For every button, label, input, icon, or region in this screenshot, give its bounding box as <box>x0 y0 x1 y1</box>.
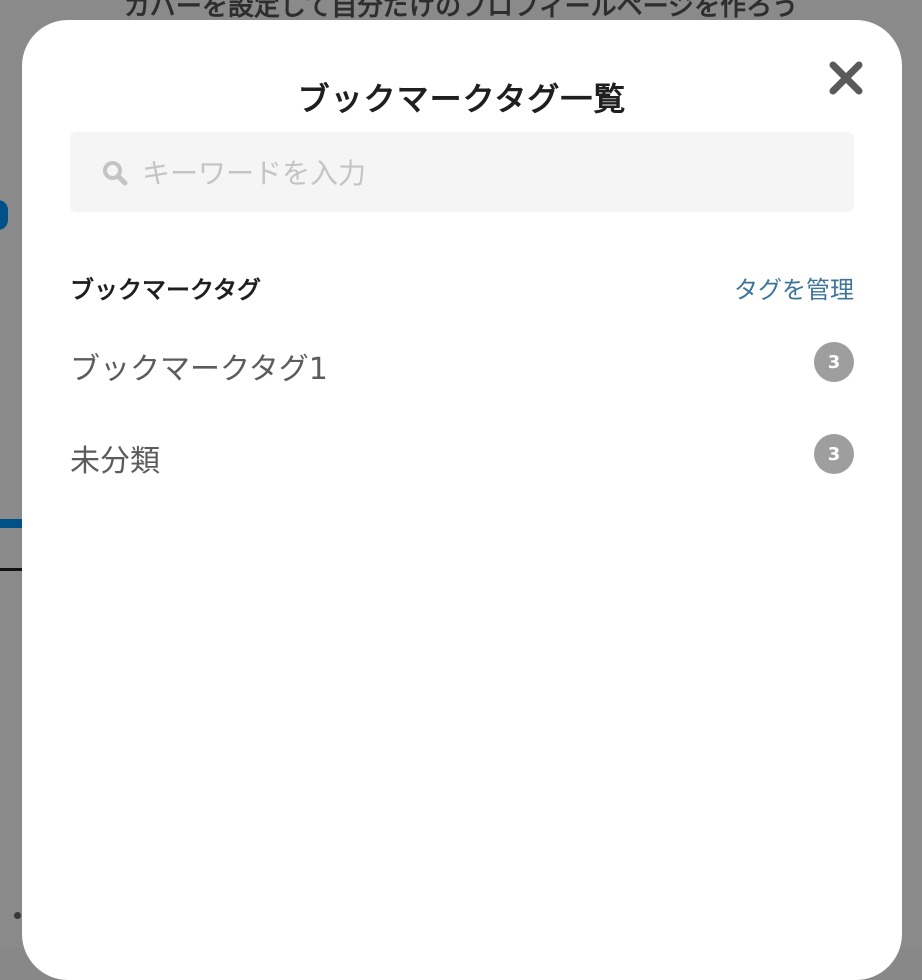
tag-row-uncategorized[interactable]: 未分類 3 <box>70 424 854 484</box>
search-box[interactable] <box>70 132 854 214</box>
manage-tags-link[interactable]: タグを管理 <box>734 270 854 305</box>
close-button[interactable] <box>822 54 870 102</box>
search-input[interactable] <box>140 132 844 214</box>
close-icon <box>829 61 863 95</box>
count-badge: 3 <box>814 342 854 382</box>
bookmark-tags-modal: ブックマークタグ一覧 ブックマークタグ タグを管理 ブックマークタグ1 3 未分… <box>22 20 902 980</box>
tag-label: ブックマークタグ1 <box>70 352 328 387</box>
section-title: ブックマークタグ <box>70 276 262 304</box>
tag-label: 未分類 <box>70 444 160 479</box>
search-icon <box>103 161 128 186</box>
tag-row-bookmark-tag-1[interactable]: ブックマークタグ1 3 <box>70 332 854 392</box>
modal-title: ブックマークタグ一覧 <box>297 80 627 118</box>
count-badge: 3 <box>814 434 854 474</box>
section-header: ブックマークタグ タグを管理 <box>70 266 854 306</box>
